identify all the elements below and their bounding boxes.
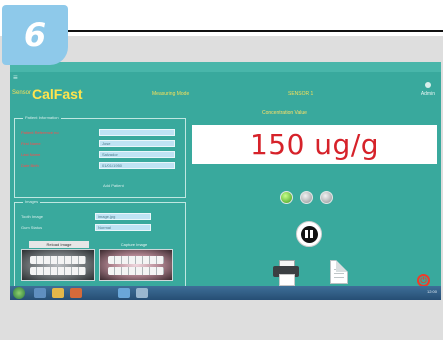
sensor-label: SENSOR 1 [288,91,314,97]
patient-panel-title: Patient Information [23,115,61,120]
status-led-3 [320,191,333,204]
field-patient-ref: Patient Reference no [21,129,181,137]
step-badge: 6 [2,5,68,65]
patient-ref-input[interactable] [99,129,175,136]
mode-label: Measuring Mode [152,91,190,97]
field-label: Patient Reference no [21,130,59,135]
document-icon[interactable] [330,260,348,284]
patient-info-panel: Patient Information Patient Reference no… [14,115,186,198]
field-label: First Name [21,141,41,146]
tooth-image-left [21,249,95,281]
first-name-input[interactable]: Jose [99,140,175,147]
field-tooth-image: Tooth Image image.jpg [21,213,171,221]
last-name-input[interactable]: Salvador [99,151,175,158]
taskbar-active-app-icon[interactable] [118,288,130,298]
printer-icon[interactable] [273,260,299,286]
field-date-birth: Date Birth 01/01/1950 [21,162,181,170]
concentration-label: Concentration Value [262,110,307,116]
menu-icon[interactable]: ≡ [13,73,18,82]
user-icon[interactable] [425,82,431,88]
field-first-name: First Name Jose [21,140,181,148]
top-rule [68,30,443,32]
user-label[interactable]: Admin [421,91,435,97]
start-icon[interactable] [13,287,25,299]
tooth-image-input[interactable]: image.jpg [95,213,151,220]
image-panel-title: Images [23,199,41,204]
add-patient-link[interactable]: Add Patient [103,183,124,188]
brand-name: CalFast [32,86,83,102]
brand-prefix: Sensor [12,90,32,96]
status-led-1 [280,191,293,204]
concentration-value: 150 ug/g [249,128,380,161]
reload-image-button[interactable]: Reload Image [29,241,89,248]
field-last-name: Last Name Salvador [21,151,181,159]
concentration-display: 150 ug/g [192,125,437,164]
system-tray-clock: 12:00 [426,289,437,294]
pause-icon [300,225,318,243]
pause-button[interactable] [296,221,322,247]
field-label: Gum Status [21,225,43,230]
app-window: ≡ Sensor CalFast Measuring Mode SENSOR 1… [10,62,441,300]
taskbar-window-icon[interactable] [136,288,148,298]
field-label: Date Birth [21,163,39,168]
status-led-2 [300,191,313,204]
step-number: 6 [23,16,47,54]
field-label: Last Name [21,152,41,157]
image-panel: Images Tooth Image image.jpg Gum Status … [14,199,186,288]
taskbar: 12:00 [10,286,441,300]
title-bar [10,62,441,72]
tooth-image-right [99,249,173,281]
field-gum-status: Gum Status Normal [21,224,171,232]
taskbar-media-icon[interactable] [70,288,82,298]
gum-status-input[interactable]: Normal [95,224,151,231]
taskbar-folder-icon[interactable] [52,288,64,298]
capture-image-button[interactable]: Capture Image [103,241,165,248]
taskbar-app-icon[interactable] [34,288,46,298]
app-header: Sensor CalFast Measuring Mode SENSOR 1 A… [10,82,441,102]
field-label: Tooth Image [21,214,44,219]
date-birth-input[interactable]: 01/01/1950 [99,162,175,169]
